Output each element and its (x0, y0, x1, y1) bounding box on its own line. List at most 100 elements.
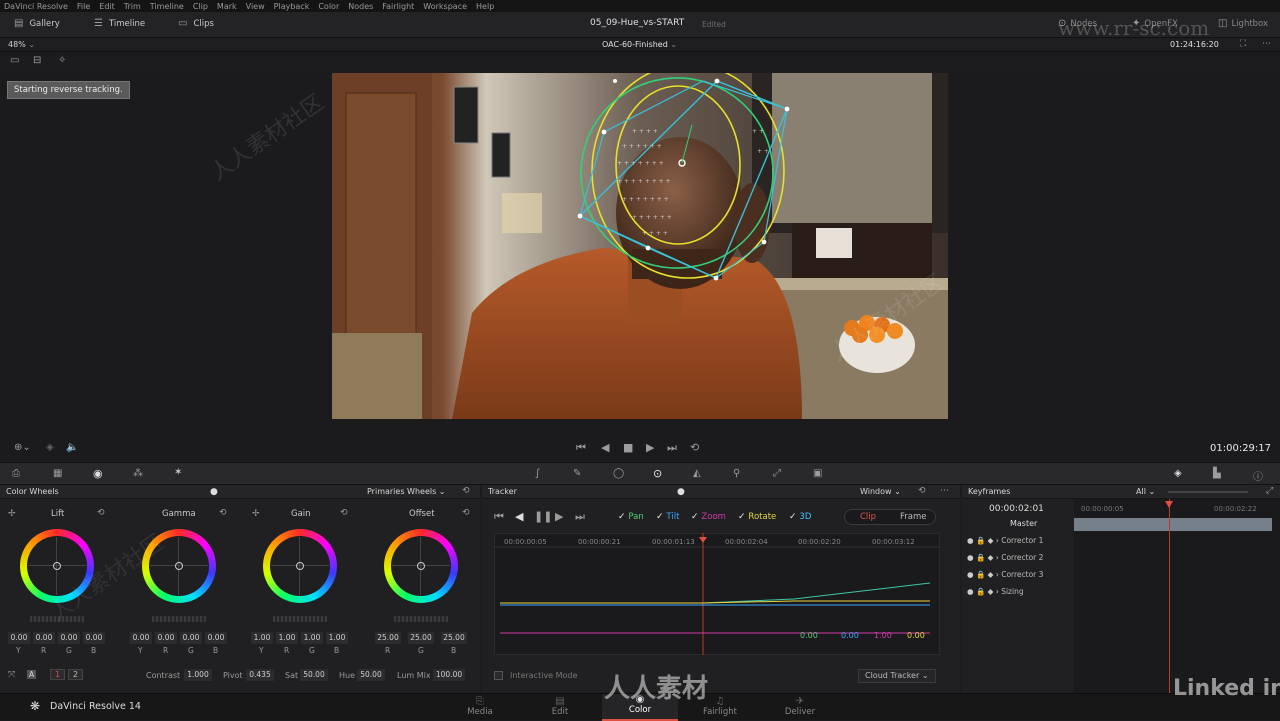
gain-g-value[interactable]: 1.00 (301, 632, 323, 644)
lock-icon[interactable]: 🔒 (976, 553, 985, 562)
gamma-b-value[interactable]: 0.00 (205, 632, 227, 644)
lock-icon[interactable]: 🔒 (976, 570, 985, 579)
menu-item-playback[interactable]: Playback (274, 2, 310, 11)
keyframes-zoom-slider[interactable] (1168, 491, 1248, 493)
motion-effects-icon[interactable]: ✶ (174, 467, 182, 478)
clip-mode-button[interactable]: Clip (860, 512, 876, 522)
options-menu-icon[interactable]: ⋯ (940, 486, 949, 496)
gain-b-value[interactable]: 1.00 (326, 632, 348, 644)
track-reverse-icon[interactable]: ◀ (515, 510, 523, 523)
lift-r-value[interactable]: 0.00 (33, 632, 55, 644)
3d-palette-icon[interactable]: ▣ (813, 468, 822, 479)
keyframe-row[interactable]: ● 🔒 ◆ › Corrector 2 (967, 553, 1043, 562)
offset-r-value[interactable]: 25.00 (375, 632, 401, 644)
menu-item-help[interactable]: Help (476, 2, 494, 11)
reset-offset-icon[interactable]: ⟲ (462, 508, 470, 518)
sizing-palette-icon[interactable]: ⤢ (773, 468, 781, 479)
single-viewer-icon[interactable]: ▭ (10, 55, 19, 66)
lock-icon[interactable]: 🔒 (976, 587, 985, 596)
qualifier-palette-icon[interactable]: ✎ (573, 468, 581, 479)
menu-item-trim[interactable]: Trim (124, 2, 141, 11)
zoom-checkbox[interactable]: ✓ Zoom (691, 512, 726, 522)
gamma-g-value[interactable]: 0.00 (180, 632, 202, 644)
highlight-icon[interactable]: ✧ (58, 55, 66, 66)
nav-deliver[interactable]: ✈ Deliver (776, 696, 824, 717)
tilt-checkbox[interactable]: ✓ Tilt (656, 512, 679, 522)
split-viewer-icon[interactable]: ⊟ (33, 55, 41, 66)
clips-button[interactable]: ▭ Clips (178, 18, 214, 29)
gain-wheel[interactable] (263, 529, 337, 603)
nav-media[interactable]: ⎘ Media (456, 696, 504, 717)
color-match-icon[interactable]: ▦ (53, 468, 62, 479)
cloud-tracker-dropdown[interactable]: Cloud Tracker ⌄ (858, 669, 936, 683)
menu-item-workspace[interactable]: Workspace (423, 2, 467, 11)
track-forward-icon[interactable]: ▶ (555, 510, 563, 523)
more-icon[interactable]: ⋯ (1262, 39, 1271, 49)
master-track[interactable] (1074, 518, 1272, 531)
keyframes-palette-icon[interactable]: ◈ (1174, 468, 1182, 479)
clip-name-dropdown[interactable]: OAC-60-Finished ⌄ (602, 40, 677, 49)
reset-tracker-icon[interactable]: ⟲ (918, 486, 926, 496)
expand-icon[interactable]: ⤢ (1266, 486, 1273, 496)
viewer-options-icon[interactable]: ⊕⌄ (14, 442, 31, 453)
gamma-master-slider[interactable] (152, 616, 206, 622)
go-to-first-frame-icon[interactable]: ⏮ (576, 441, 586, 455)
menu-item-app[interactable]: DaVinci Resolve (4, 2, 68, 11)
picker-icon[interactable]: ✢ (8, 509, 16, 519)
scopes-palette-icon[interactable]: ▙ (1213, 468, 1221, 479)
offset-master-slider[interactable] (394, 616, 448, 622)
stop-icon[interactable]: ■ (623, 441, 633, 454)
menu-item-edit[interactable]: Edit (99, 2, 115, 11)
auto-color-button[interactable]: A (27, 670, 37, 679)
3d-checkbox[interactable]: ✓ 3D (789, 512, 811, 522)
keyframes-playhead[interactable] (1169, 499, 1170, 693)
lightbox-button[interactable]: ◫ Lightbox (1218, 18, 1268, 29)
gamma-y-value[interactable]: 0.00 (130, 632, 152, 644)
keyframe-row[interactable]: ● 🔒 ◆ › Corrector 1 (967, 536, 1043, 545)
menu-item-file[interactable]: File (77, 2, 90, 11)
nav-edit[interactable]: ▤ Edit (536, 696, 584, 717)
camera-raw-icon[interactable]: ⎙ (12, 468, 20, 479)
track-first-frame-icon[interactable]: ⏮ (494, 510, 504, 524)
page-2-button[interactable]: 2 (68, 669, 84, 680)
sat-field[interactable]: 50.00 (300, 669, 328, 681)
play-icon[interactable]: ▶ (646, 441, 654, 454)
interactive-mode-checkbox[interactable] (494, 671, 503, 680)
menu-item-timeline[interactable]: Timeline (150, 2, 184, 11)
reset-all-icon[interactable]: ⟲ (462, 486, 470, 496)
keyframes-filter-dropdown[interactable]: All ⌄ (1136, 487, 1155, 496)
video-frame[interactable]: + + + + + + + + + + + + + + + + + + + + + +… (332, 73, 948, 419)
track-last-frame-icon[interactable]: ⏭ (575, 510, 585, 524)
loop-icon[interactable]: ⟲ (690, 441, 699, 454)
play-reverse-icon[interactable]: ◀ (601, 441, 609, 454)
contrast-field[interactable]: 1.000 (184, 669, 212, 681)
gallery-button[interactable]: ▤ Gallery (14, 18, 60, 29)
color-wheels-palette-icon[interactable]: ◉ (93, 467, 103, 480)
lock-icon[interactable]: 🔒 (976, 536, 985, 545)
menu-item-clip[interactable]: Clip (193, 2, 208, 11)
audio-icon[interactable]: 🔈 (66, 442, 78, 453)
lift-b-value[interactable]: 0.00 (83, 632, 105, 644)
gain-r-value[interactable]: 1.00 (276, 632, 298, 644)
rotate-checkbox[interactable]: ✓ Rotate (738, 512, 776, 522)
info-palette-icon[interactable]: ⓘ (1253, 468, 1263, 483)
fullscreen-icon[interactable]: ⛶ (1240, 39, 1246, 49)
offset-wheel[interactable] (384, 529, 458, 603)
hue-field[interactable]: 50.00 (357, 669, 385, 681)
gamma-r-value[interactable]: 0.00 (155, 632, 177, 644)
tracker-mode-dropdown[interactable]: Window ⌄ (860, 487, 901, 496)
reset-gain-icon[interactable]: ⟲ (340, 508, 348, 518)
track-pause-icon[interactable]: ❚❚ (534, 510, 552, 523)
pivot-field[interactable]: 0.435 (246, 669, 274, 681)
pan-checkbox[interactable]: ✓ Pan (618, 512, 644, 522)
keyframe-row[interactable]: ● 🔒 ◆ › Corrector 3 (967, 570, 1043, 579)
keyframe-row[interactable]: ● 🔒 ◆ › Sizing (967, 587, 1024, 596)
rgb-mixer-icon[interactable]: ⁂ (133, 468, 143, 479)
reset-gamma-icon[interactable]: ⟲ (219, 508, 227, 518)
zoom-dropdown[interactable]: 48% ⌄ (8, 40, 35, 49)
wheels-mode-dropdown[interactable]: Primaries Wheels ⌄ (367, 487, 446, 496)
key-palette-icon[interactable]: ⚲ (733, 468, 740, 479)
menu-item-view[interactable]: View (246, 2, 265, 11)
menu-item-fairlight[interactable]: Fairlight (382, 2, 414, 11)
offset-g-value[interactable]: 25.00 (408, 632, 434, 644)
